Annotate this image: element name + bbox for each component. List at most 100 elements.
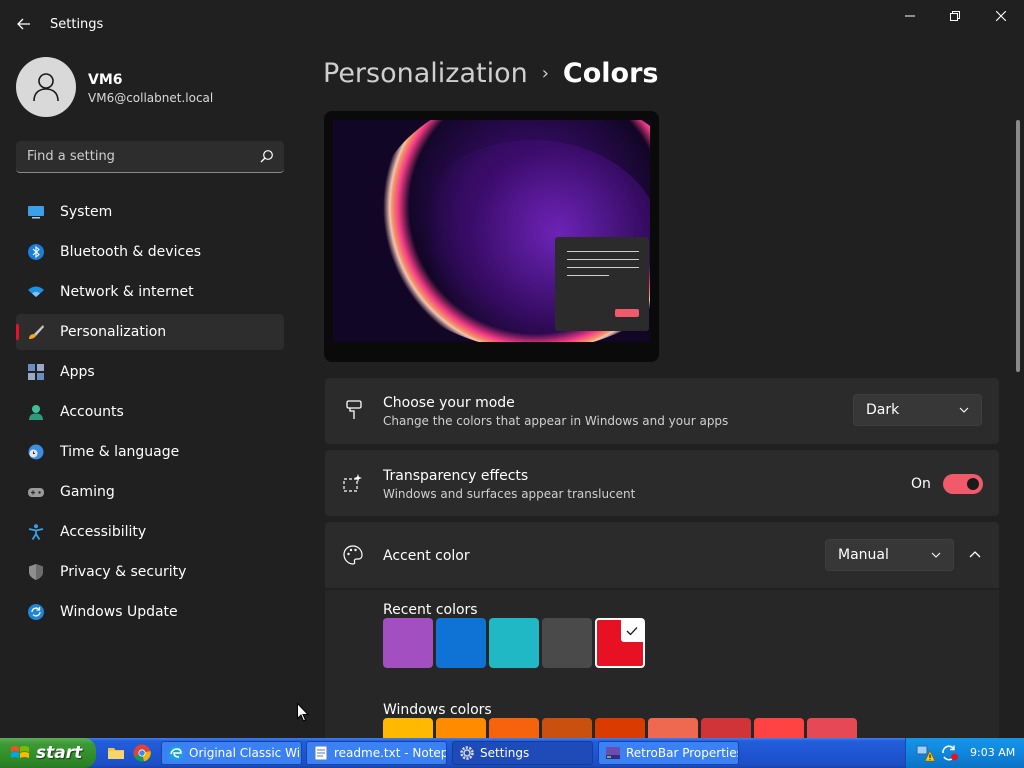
sidebar-item-apps[interactable]: Apps [16, 354, 284, 390]
scrollbar-thumb[interactable] [1016, 120, 1020, 372]
shield-icon [29, 564, 43, 580]
sidebar-item-system[interactable]: System [16, 194, 284, 230]
notepad-icon [314, 745, 328, 761]
windows-colors-label: Windows colors [383, 702, 492, 718]
page-title: Colors [562, 58, 659, 89]
minimize-icon [905, 15, 915, 17]
color-swatch[interactable] [383, 618, 433, 668]
user-email: VM6@collabnet.local [88, 91, 214, 105]
clock[interactable]: 9:03 AM [970, 746, 1015, 759]
minimize-button[interactable] [887, 0, 933, 32]
sidebar-item-label: Accounts [60, 404, 124, 420]
mode-value: Dark [866, 402, 900, 418]
transparency-toggle[interactable] [943, 474, 983, 494]
chevron-up-icon [969, 551, 981, 558]
selected-check [621, 620, 643, 642]
person-icon [29, 405, 43, 420]
title-bar: Settings [0, 0, 1024, 48]
restore-button[interactable] [932, 0, 978, 32]
taskbar: start Original Classic Win... readme.txt… [0, 738, 1024, 768]
accent-title: Accent color [383, 548, 470, 564]
app-title: Settings [50, 17, 104, 32]
sidebar-item-label: Gaming [60, 484, 115, 500]
sidebar-item-label: Personalization [60, 324, 167, 340]
color-swatch[interactable] [542, 618, 592, 668]
mode-subtitle: Change the colors that appear in Windows… [383, 414, 729, 428]
collapse-accent-button[interactable] [959, 539, 991, 571]
clock-globe-icon [28, 444, 44, 460]
task-notepad[interactable]: readme.txt - Notepad [306, 741, 447, 765]
transparency-title: Transparency effects [383, 468, 529, 484]
retrobar-icon [606, 747, 620, 759]
chevron-down-icon [959, 407, 969, 413]
task-label: readme.txt - Notepad [334, 746, 447, 760]
task-edge[interactable]: Original Classic Win... [161, 741, 302, 765]
system-tray: 9:03 AM [905, 738, 1024, 768]
task-retrobar[interactable]: RetroBar Properties [598, 741, 739, 765]
chrome-icon[interactable] [133, 744, 151, 762]
sidebar-item-label: Privacy & security [60, 564, 187, 580]
sidebar-item-label: Bluetooth & devices [60, 244, 202, 260]
color-swatch[interactable] [489, 618, 539, 668]
mode-dropdown[interactable]: Dark [853, 394, 982, 426]
start-button[interactable]: start [0, 738, 96, 768]
update-icon [28, 604, 44, 620]
accent-dropdown[interactable]: Manual [825, 539, 954, 571]
start-label: start [36, 743, 83, 763]
sparkle-icon [343, 474, 362, 492]
mode-title: Choose your mode [383, 395, 515, 411]
sidebar-item-personalization[interactable]: Personalization [16, 314, 284, 350]
sidebar-item-time-language[interactable]: Time & language [16, 434, 284, 470]
color-swatch[interactable] [595, 618, 645, 668]
sidebar-nav: System Bluetooth & devices Network & int… [16, 194, 284, 634]
windows-flag-icon [11, 746, 29, 758]
gamepad-icon [28, 488, 44, 497]
palette-icon [343, 545, 363, 565]
task-settings[interactable]: Settings [452, 741, 593, 765]
monitor-icon [28, 206, 44, 219]
color-swatch[interactable] [436, 618, 486, 668]
accent-card: Accent color Manual [325, 522, 999, 588]
checkmark-icon [626, 627, 638, 636]
folder-icon[interactable] [107, 744, 125, 762]
close-icon [996, 11, 1006, 21]
edge-icon [168, 745, 184, 761]
preview-line [567, 275, 609, 276]
back-button[interactable] [8, 10, 40, 38]
accent-colors-panel: Recent colors Windows colors [325, 590, 999, 768]
user-name: VM6 [88, 72, 123, 88]
task-label: RetroBar Properties [626, 746, 739, 760]
transparency-card: Transparency effects Windows and surface… [325, 450, 999, 516]
preview-line [567, 259, 639, 260]
sidebar-item-privacy[interactable]: Privacy & security [16, 554, 284, 590]
sidebar-item-label: Time & language [60, 444, 180, 460]
search-icon[interactable] [260, 149, 274, 163]
sidebar-item-windows-update[interactable]: Windows Update [16, 594, 284, 630]
paint-roller-icon [346, 400, 362, 419]
sidebar-item-gaming[interactable]: Gaming [16, 474, 284, 510]
close-button[interactable] [978, 0, 1024, 32]
breadcrumb-separator: › [541, 63, 549, 84]
wallpaper-preview [333, 120, 650, 342]
sync-alert-icon[interactable] [940, 744, 960, 762]
search-input[interactable] [16, 141, 252, 172]
task-label: Original Classic Win... [189, 746, 301, 760]
search-box [16, 141, 284, 173]
preview-line [567, 251, 639, 252]
network-warning-icon[interactable] [916, 744, 936, 762]
task-label: Settings [480, 746, 530, 760]
sidebar-item-accounts[interactable]: Accounts [16, 394, 284, 430]
sidebar-item-network[interactable]: Network & internet [16, 274, 284, 310]
restore-icon [950, 11, 960, 21]
wifi-icon [28, 286, 44, 297]
sidebar-item-bluetooth[interactable]: Bluetooth & devices [16, 234, 284, 270]
avatar[interactable] [16, 57, 76, 117]
sidebar-item-accessibility[interactable]: Accessibility [16, 514, 284, 550]
mouse-cursor-icon [297, 703, 309, 722]
preview-accent-button [615, 309, 639, 317]
recent-colors-label: Recent colors [383, 602, 478, 618]
breadcrumb-parent[interactable]: Personalization [323, 58, 528, 89]
settings-window: Settings VM6 VM6@collabnet.local System … [0, 0, 1024, 768]
mode-card: Choose your mode Change the colors that … [325, 378, 999, 444]
bluetooth-icon [28, 244, 44, 260]
